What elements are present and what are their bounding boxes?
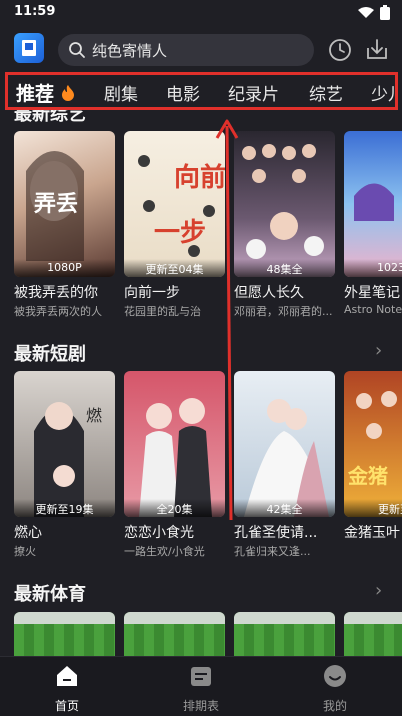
poster-badge: 48集全: [234, 259, 335, 277]
section-title-sports: 最新体育: [14, 584, 86, 605]
card-drama-2[interactable]: 全20集 恋恋小食光 一路生欢/小食光: [124, 371, 225, 559]
card-sports-4[interactable]: [344, 612, 402, 656]
card-sports-2[interactable]: [124, 612, 225, 656]
poster: 燃 更新至19集: [14, 371, 115, 517]
card-variety-4[interactable]: 10235 外星笔记 Astro Note: [344, 131, 402, 316]
poster-badge: 更新至04集: [124, 259, 225, 277]
card-drama-1[interactable]: 燃 更新至19集 燃心 撩火: [14, 371, 115, 559]
section-title-short-drama: 最新短剧: [14, 344, 86, 365]
category-tabs: 推荐 剧集 电影 纪录片 综艺 少儿: [5, 72, 398, 110]
card-sports-3[interactable]: [234, 612, 335, 656]
nav-profile-label: 我的: [322, 699, 347, 713]
search-icon: [69, 42, 85, 58]
card-variety-1[interactable]: 弄丢 1080P 被我弄丢的你 被我弄丢两次的人: [14, 131, 115, 319]
poster: 全20集: [124, 371, 225, 517]
poster-art: 燃: [34, 402, 102, 517]
card-subtitle: 花园里的乱与治: [124, 305, 201, 318]
poster-art: 向前 一步: [138, 155, 225, 257]
card-subtitle: 孔雀归来又逢...: [234, 545, 311, 558]
status-time: 11:59: [14, 4, 56, 19]
home-icon: [57, 666, 77, 686]
nav-profile[interactable]: 我的: [295, 663, 375, 714]
card-title: 外星笔记: [344, 285, 400, 301]
card-sports-1[interactable]: [14, 612, 115, 656]
svg-text:一步: 一步: [154, 217, 206, 248]
profile-icon: [324, 665, 346, 687]
card-drama-4[interactable]: 金猪 更新至 金猪玉叶: [344, 371, 402, 543]
card-drama-3[interactable]: 42集全 孔雀圣使请... 孔雀归来又逢...: [234, 371, 335, 559]
poster: 48集全: [234, 131, 335, 277]
fire-icon: [61, 85, 74, 101]
card-title: 金猪玉叶: [344, 525, 400, 541]
svg-text:燃: 燃: [86, 406, 102, 425]
card-subtitle: 邓丽君，邓丽君的...: [234, 305, 333, 318]
poster: 弄丢 1080P: [14, 131, 115, 277]
card-subtitle: 撩火: [14, 545, 36, 558]
nav-home[interactable]: 首页: [27, 663, 107, 714]
header: 纯色寄情人: [0, 28, 402, 72]
download-icon: [367, 39, 387, 59]
bottom-nav: 首页 排期表 我的: [0, 656, 402, 716]
tab-active-indicator: [38, 101, 52, 103]
svg-text:弄丢: 弄丢: [34, 192, 78, 217]
clock-icon: [329, 39, 351, 61]
poster-art: [354, 183, 394, 221]
card-subtitle: 一路生欢/小食光: [124, 545, 205, 558]
poster: 金猪 更新至: [344, 371, 402, 517]
poster-art: 弄丢: [26, 151, 84, 261]
search-input[interactable]: 纯色寄情人: [92, 40, 167, 61]
tab-documentary[interactable]: 纪录片: [228, 80, 279, 105]
card-title: 孔雀圣使请...: [234, 525, 318, 541]
card-variety-2[interactable]: 向前 一步 更新至04集 向前一步 花园里的乱与治: [124, 131, 225, 319]
nav-schedule[interactable]: 排期表: [161, 663, 241, 714]
history-button[interactable]: [326, 36, 354, 64]
status-bar: 11:59: [0, 0, 402, 28]
tab-movies[interactable]: 电影: [166, 80, 200, 105]
screen: 11:59 纯色寄情人 最新综艺 推荐 剧集 电影 纪录片 综艺 少 弄丢 10…: [0, 0, 402, 716]
svg-text:向前: 向前: [174, 162, 225, 193]
app-logo-icon: [22, 40, 36, 56]
poster-badge: 10235: [344, 259, 402, 277]
poster-badge: 更新至19集: [14, 499, 115, 517]
card-title: 但愿人长久: [234, 285, 304, 301]
wifi-icon: [358, 6, 374, 18]
card-subtitle: 被我弄丢两次的人: [14, 305, 102, 318]
nav-schedule-label: 排期表: [182, 699, 219, 713]
poster: 42集全: [234, 371, 335, 517]
section-more-short-drama[interactable]: ›: [375, 340, 382, 361]
tab-variety[interactable]: 综艺: [309, 80, 343, 105]
poster-art: [244, 399, 329, 517]
card-title: 恋恋小食光: [124, 525, 194, 541]
card-title: 被我弄丢的你: [14, 285, 98, 301]
poster-art: [242, 144, 324, 259]
poster-art: [139, 398, 212, 517]
card-title: 向前一步: [124, 285, 180, 301]
nav-home-label: 首页: [54, 699, 79, 713]
calendar-icon: [191, 667, 211, 686]
section-more-sports[interactable]: ›: [375, 580, 382, 601]
tab-kids[interactable]: 少儿: [371, 80, 395, 105]
poster-badge: 42集全: [234, 499, 335, 517]
card-subtitle: Astro Note: [344, 303, 402, 316]
battery-icon: [380, 5, 390, 20]
poster-badge: 更新至: [344, 499, 402, 517]
status-icons: [358, 5, 390, 20]
card-variety-3[interactable]: 48集全 但愿人长久 邓丽君，邓丽君的...: [234, 131, 335, 319]
app-logo[interactable]: [14, 33, 44, 63]
poster: 向前 一步 更新至04集: [124, 131, 225, 277]
poster-badge: 全20集: [124, 499, 225, 517]
svg-text:金猪: 金猪: [347, 464, 388, 488]
download-button[interactable]: [363, 36, 391, 64]
poster-art: 金猪: [347, 391, 397, 488]
search-box[interactable]: 纯色寄情人: [58, 34, 314, 66]
poster: 10235: [344, 131, 402, 277]
tab-series[interactable]: 剧集: [104, 80, 138, 105]
card-title: 燃心: [14, 525, 42, 541]
poster-badge: 1080P: [14, 259, 115, 277]
